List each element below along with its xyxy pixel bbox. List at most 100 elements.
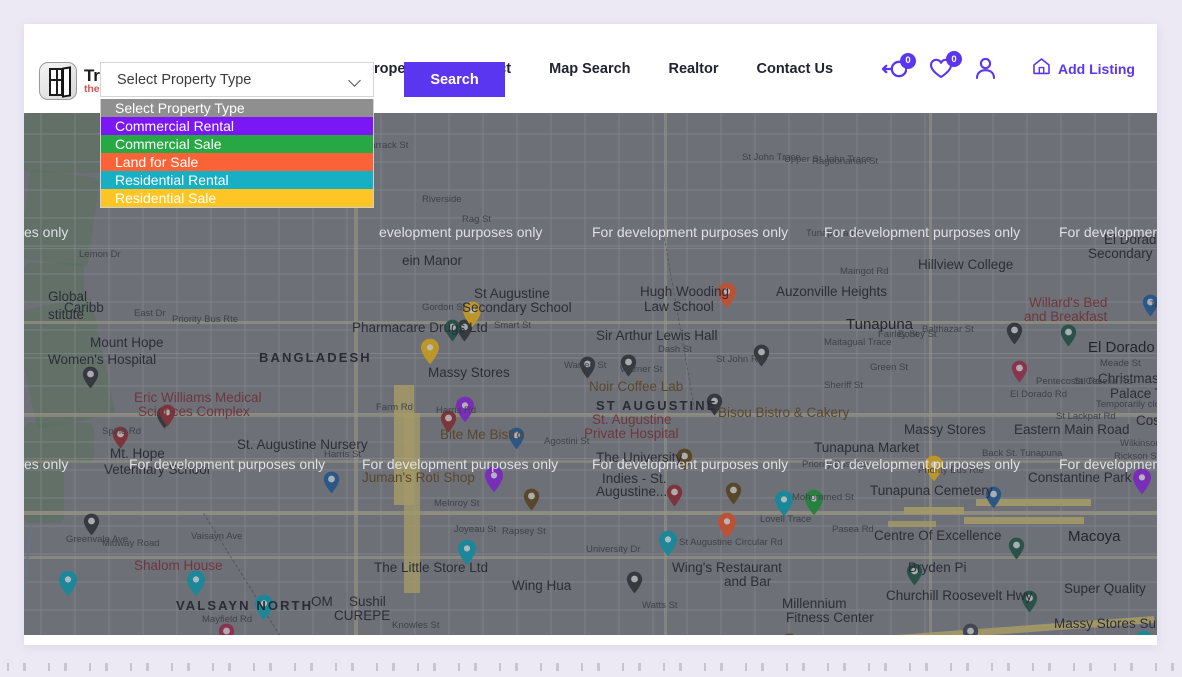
map-label: Maitagual Trace: [824, 337, 892, 348]
map-label: Wilkinson St: [1120, 438, 1157, 449]
map-label: Churchill Roosevelt Hwy: [886, 588, 1033, 603]
map-road: [550, 113, 552, 635]
map-boundary-dashed-2: [663, 233, 696, 411]
map-marker-residential-rental[interactable]: [658, 530, 678, 557]
map-label: OM: [311, 594, 333, 609]
map-label: Ragoonanan St: [812, 156, 879, 167]
property-type-option-3[interactable]: Land for Sale: [101, 153, 373, 171]
search-button[interactable]: Search: [404, 62, 505, 97]
map-poi-restaurant-icon: [781, 633, 798, 635]
map-road: [404, 413, 420, 593]
map-label: Indies - St.: [602, 471, 667, 486]
map-poi-hotel-icon: [1011, 360, 1028, 383]
map-label: Rickson St: [1114, 451, 1157, 462]
map-label: Centre Of Excellence: [874, 528, 1002, 543]
map-road: [24, 616, 1155, 635]
map-label: East Dr: [134, 308, 166, 319]
map-label: Priority Bus Rte: [172, 314, 238, 325]
map-label: BANGLADESH: [259, 350, 372, 365]
map-label: Melnroy St: [434, 498, 480, 509]
map-label: Spine Rd: [102, 426, 142, 437]
map-label: Massy Stores: [428, 365, 510, 380]
map-park: [24, 463, 64, 523]
property-type-option-1[interactable]: Commercial Rental: [101, 117, 373, 135]
map-label: Rag St: [462, 214, 492, 225]
map-label: Warner St: [620, 364, 663, 375]
map-road: [720, 113, 722, 635]
map-label: El Dorado: [1088, 339, 1155, 356]
heart-icon[interactable]: 0: [929, 51, 962, 79]
map-road: [904, 507, 964, 514]
map-label: Tunapuna Rd: [806, 228, 864, 239]
map-poi-museum-icon: [444, 319, 461, 342]
map-road: [24, 553, 1157, 555]
map-park: [24, 168, 100, 268]
map-park: [24, 423, 94, 463]
map-label: Millennium: [782, 596, 847, 611]
map-label: Boney St: [898, 329, 937, 340]
map-road: [380, 113, 382, 635]
map-tile-seam: [24, 458, 1157, 459]
map-tile-seam: [24, 353, 1157, 354]
map-poi-store-icon: [985, 486, 1002, 509]
map-marker-residential-rental[interactable]: [1134, 630, 1154, 635]
property-type-option-4[interactable]: Residential Rental: [101, 171, 373, 189]
map-marker-residential-rental[interactable]: [457, 539, 477, 566]
map-poi-park-icon: [906, 563, 923, 586]
map-label: Eastern Main Road: [1014, 422, 1130, 437]
map-marker-residential-sale[interactable]: [462, 301, 482, 328]
map-road: [24, 441, 1157, 443]
map-label: Christmas Tree: [1098, 371, 1157, 386]
property-type-option-0[interactable]: Select Property Type: [101, 99, 373, 117]
map-marker-land-for-sale[interactable]: [717, 512, 737, 539]
map-poi-cafe-icon: [676, 448, 693, 471]
map-label: Pasea Rd: [832, 524, 874, 535]
map-poi-restaurant-icon: [725, 482, 742, 505]
add-listing-button[interactable]: Add Listing: [1032, 57, 1135, 80]
map-road: [1128, 113, 1130, 635]
map-label: El Dorado Rd: [1010, 389, 1068, 400]
property-type-select[interactable]: Select Property Type: [100, 62, 374, 97]
map-label: Sir Arthur Lewis Hall: [596, 328, 718, 343]
map-poi-school-icon: [753, 344, 770, 367]
add-listing-label: Add Listing: [1058, 60, 1135, 77]
map-tile-seam: [24, 248, 1157, 249]
map-marker-residential-rental[interactable]: [254, 594, 274, 621]
map-label: Meade St: [1100, 358, 1141, 369]
map-road: [890, 113, 892, 635]
map-road: [822, 113, 824, 635]
map-road: [24, 511, 1157, 516]
map-poi-school-icon: [620, 354, 637, 377]
user-account-icon[interactable]: [975, 57, 996, 80]
key-count-badge: 0: [900, 52, 916, 69]
map-label: St Lackpat Rd: [1056, 411, 1116, 422]
map-marker-residential-rental[interactable]: [186, 570, 206, 597]
map-marker-commercial-rental[interactable]: [1132, 468, 1152, 495]
map-poi-school-icon: [83, 513, 100, 536]
nav-item-contact-us[interactable]: Contact Us: [737, 61, 852, 77]
key-icon[interactable]: 0: [881, 52, 916, 78]
property-type-option-5[interactable]: Residential Sale: [101, 189, 373, 207]
map-label: Constantine Park: [1028, 470, 1132, 485]
map-marker-land-for-sale[interactable]: [717, 282, 737, 309]
map-label: Hugh Wooding: [640, 284, 730, 299]
map-label: St Cecelia Rd: [1074, 376, 1133, 387]
header-actions: 0 0 Add Listing: [881, 24, 1135, 113]
map-marker-residential-sale[interactable]: [924, 455, 944, 482]
map-marker-residential-rental[interactable]: [774, 490, 794, 517]
nav-item-realtor[interactable]: Realtor: [650, 61, 738, 77]
map-marker-residential-sale[interactable]: [420, 338, 440, 365]
property-type-option-2[interactable]: Commercial Sale: [101, 135, 373, 153]
map-marker-commercial-sale[interactable]: [804, 489, 824, 516]
property-type-option-list[interactable]: Select Property Type Commercial Rental Com…: [100, 99, 374, 208]
map-label: Harris St: [324, 449, 361, 460]
home-outline-icon: [1032, 57, 1051, 80]
nav-item-map-search[interactable]: Map Search: [530, 61, 649, 77]
map-label: Midway Road: [102, 538, 160, 549]
map-label: Augustine...: [596, 484, 668, 499]
map-marker-residential-rental[interactable]: [58, 570, 78, 597]
map-marker-commercial-rental[interactable]: [455, 396, 475, 423]
map-poi-store-icon: [1142, 294, 1157, 317]
map-marker-commercial-rental[interactable]: [484, 466, 504, 493]
map-label: Joyeau St: [454, 524, 497, 535]
